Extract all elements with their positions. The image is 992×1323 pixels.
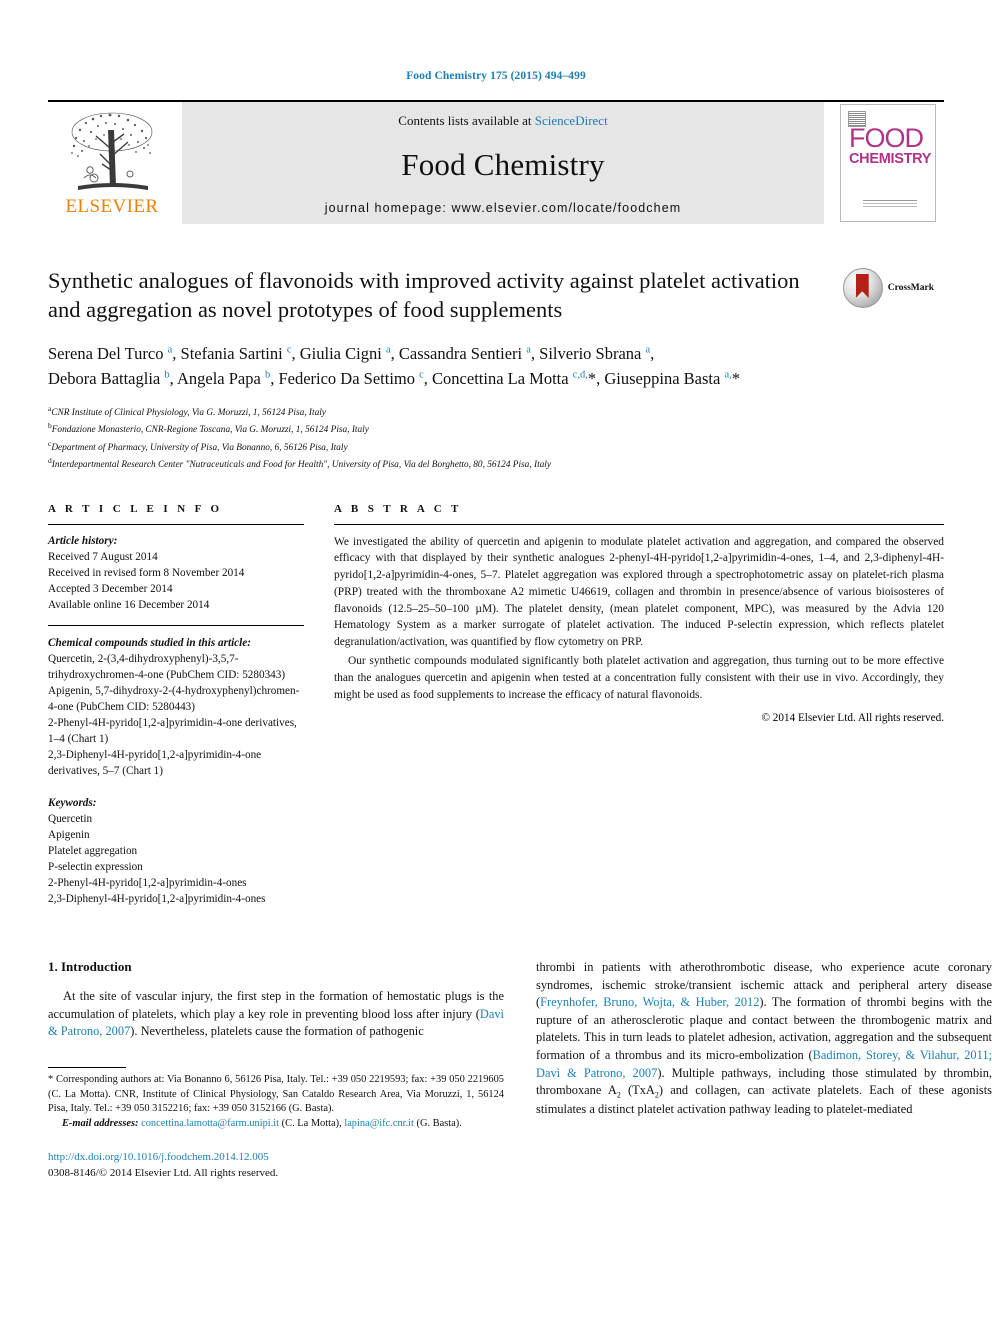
keyword-item: 2-Phenyl-4H-pyrido[1,2-a]pyrimidin-4-one…	[48, 876, 247, 889]
history-item: Received in revised form 8 November 2014	[48, 566, 245, 579]
footnote-divider	[48, 1066, 126, 1068]
page-title: Synthetic analogues of flavonoids with i…	[48, 268, 800, 323]
affiliation-text: Interdepartmental Research Center "Nutra…	[51, 460, 552, 471]
crossmark-badge-group[interactable]: CrossMark	[842, 268, 934, 308]
abstract-column: A B S T R A C T We investigated the abil…	[334, 503, 944, 907]
compound-item: Apigenin, 5,7-dihydroxy-2-(4-hydroxyphen…	[48, 684, 300, 713]
doi-block: http://dx.doi.org/10.1016/j.foodchem.201…	[48, 1150, 504, 1182]
email-footnote: E-mail addresses: concettina.lamotta@far…	[48, 1117, 504, 1132]
abstract-heading: A B S T R A C T	[334, 502, 462, 515]
compounds-label: Chemical compounds studied in this artic…	[48, 636, 251, 649]
author-affil-mark: a	[645, 344, 651, 355]
issn-copyright: 0308-8146/© 2014 Elsevier Ltd. All right…	[48, 1166, 279, 1179]
affiliation-item: cDepartment of Pharmacy, University of P…	[48, 438, 944, 456]
elsevier-tree-icon	[71, 112, 153, 190]
journal-homepage-url[interactable]: journal homepage: www.elsevier.com/locat…	[325, 201, 682, 215]
email-link-2[interactable]: lapina@ifc.cnr.it	[344, 1118, 414, 1129]
body-column-right: thrombi in patients with atherothromboti…	[536, 959, 992, 1182]
cover-title-bottom: CHEMISTRY	[849, 151, 932, 167]
title-area: Synthetic analogues of flavonoids with i…	[48, 266, 944, 473]
divider	[48, 624, 304, 626]
affiliation-text: Fondazione Monasterio, CNR-Regione Tosca…	[51, 425, 369, 436]
crossmark-icon	[842, 268, 883, 308]
corresponding-author-footnote: * Corresponding authors at: Via Bonanno …	[48, 1073, 504, 1115]
divider	[334, 523, 944, 525]
keyword-item: 2,3-Diphenyl-4H-pyrido[1,2-a]pyrimidin-4…	[48, 892, 266, 905]
abstract-paragraph-1: We investigated the ability of quercetin…	[334, 535, 944, 649]
abstract-copyright: © 2014 Elsevier Ltd. All rights reserved…	[761, 712, 945, 725]
affiliation-item: aCNR Institute of Clinical Physiology, V…	[48, 403, 944, 421]
history-item: Accepted 3 December 2014	[48, 582, 173, 595]
author-affil-mark: c	[286, 344, 292, 355]
author-affil-mark: c,d,	[572, 369, 588, 381]
article-info-column: A R T I C L E I N F O Article history: R…	[48, 503, 304, 907]
author-affil-mark: a,	[724, 369, 732, 381]
keywords-block: Keywords: Quercetin Apigenin Platelet ag…	[48, 795, 304, 907]
keyword-item: P-selectin expression	[48, 860, 143, 873]
affiliation-item: bFondazione Monasterio, CNR-Regione Tosc…	[48, 420, 944, 438]
author-affil-mark: c	[419, 369, 424, 381]
email-addresses-label: E-mail addresses:	[62, 1118, 139, 1130]
author-line-2: Debora Battaglia b, Angela Papa b, Feder…	[48, 369, 740, 389]
journal-cover-block: FOOD CHEMISTRY	[832, 102, 944, 224]
email-owner-1: (C. La Motta),	[281, 1118, 342, 1130]
email-owner-2: (G. Basta).	[416, 1118, 462, 1130]
running-head: Food Chemistry 175 (2015) 494–499	[406, 70, 586, 82]
affiliations-list: aCNR Institute of Clinical Physiology, V…	[48, 403, 944, 473]
article-history-label: Article history:	[48, 534, 118, 547]
citation-link[interactable]: Davì & Patrono, 2007	[48, 1007, 504, 1039]
doi-link[interactable]: http://dx.doi.org/10.1016/j.foodchem.201…	[48, 1150, 504, 1166]
divider	[48, 523, 304, 525]
author-list: Serena Del Turco a, Stefania Sartini c, …	[48, 341, 908, 392]
crossmark-label: CrossMark	[887, 283, 934, 293]
intro-paragraph-right: thrombi in patients with atherothromboti…	[536, 959, 992, 1117]
journal-title: Food Chemistry	[401, 147, 605, 182]
email-link-1[interactable]: concettina.lamotta@farm.unipi.it	[141, 1118, 279, 1129]
journal-band: Contents lists available at ScienceDirec…	[182, 102, 824, 224]
affiliation-text: CNR Institute of Clinical Physiology, Vi…	[51, 407, 326, 418]
contents-available-line: Contents lists available at ScienceDirec…	[398, 113, 607, 129]
info-abstract-section: A R T I C L E I N F O Article history: R…	[48, 503, 944, 907]
section-heading-introduction: 1. Introduction	[48, 958, 132, 974]
keyword-item: Apigenin	[48, 828, 90, 841]
keyword-item: Quercetin	[48, 812, 93, 825]
keywords-label: Keywords:	[48, 796, 97, 809]
history-item: Received 7 August 2014	[48, 550, 158, 563]
affiliation-item: dInterdepartmental Research Center "Nutr…	[48, 455, 944, 473]
history-item: Available online 16 December 2014	[48, 598, 210, 611]
citation-link[interactable]: Freynhofer, Bruno, Wojta, & Huber, 2012	[540, 995, 759, 1009]
article-info-heading: A R T I C L E I N F O	[48, 502, 223, 515]
sciencedirect-link[interactable]: ScienceDirect	[535, 113, 608, 128]
elsevier-logo: ELSEVIER	[48, 102, 176, 224]
journal-masthead: ELSEVIER Contents lists available at Sci…	[48, 100, 944, 224]
abstract-paragraph-2: Our synthetic compounds modulated signif…	[334, 654, 944, 701]
abstract-body: We investigated the ability of quercetin…	[334, 534, 944, 704]
author-affil-mark: a	[167, 344, 173, 355]
paper-page: Food Chemistry 175 (2015) 494–499 ELSEVI…	[0, 0, 992, 1323]
cover-title-top: FOOD	[849, 123, 924, 153]
compound-item: 2,3-Diphenyl-4H-pyrido[1,2-a]pyrimidin-4…	[48, 748, 262, 777]
author-affil-mark: a	[385, 344, 391, 355]
article-history-block: Article history: Received 7 August 2014 …	[48, 533, 304, 613]
compound-item: Quercetin, 2-(3,4-dihydroxyphenyl)-3,5,7…	[48, 652, 286, 681]
body-column-left: 1. Introduction At the site of vascular …	[48, 959, 504, 1182]
intro-paragraph-left: At the site of vascular injury, the firs…	[48, 988, 504, 1039]
journal-cover-thumbnail: FOOD CHEMISTRY	[840, 104, 936, 222]
author-affil-mark: b	[264, 369, 271, 381]
cover-footer-text	[863, 200, 917, 209]
compound-item: 2-Phenyl-4H-pyrido[1,2-a]pyrimidin-4-one…	[48, 716, 297, 745]
author-affil-mark: a	[526, 344, 531, 355]
author-affil-mark: b	[164, 369, 170, 381]
keyword-item: Platelet aggregation	[48, 844, 138, 857]
contents-prefix: Contents lists available at	[398, 113, 535, 128]
chemical-compounds-block: Chemical compounds studied in this artic…	[48, 635, 304, 779]
citation-link[interactable]: Badimon, Storey, & Vilahur, 2011; Davì &…	[536, 1048, 992, 1080]
author-line-1: Serena Del Turco a, Stefania Sartini c, …	[48, 343, 655, 363]
affiliation-text: Department of Pharmacy, University of Pi…	[51, 442, 348, 453]
elsevier-wordmark: ELSEVIER	[65, 196, 159, 217]
body-columns: 1. Introduction At the site of vascular …	[48, 959, 992, 1182]
footnote-block: * Corresponding authors at: Via Bonanno …	[48, 1066, 504, 1182]
